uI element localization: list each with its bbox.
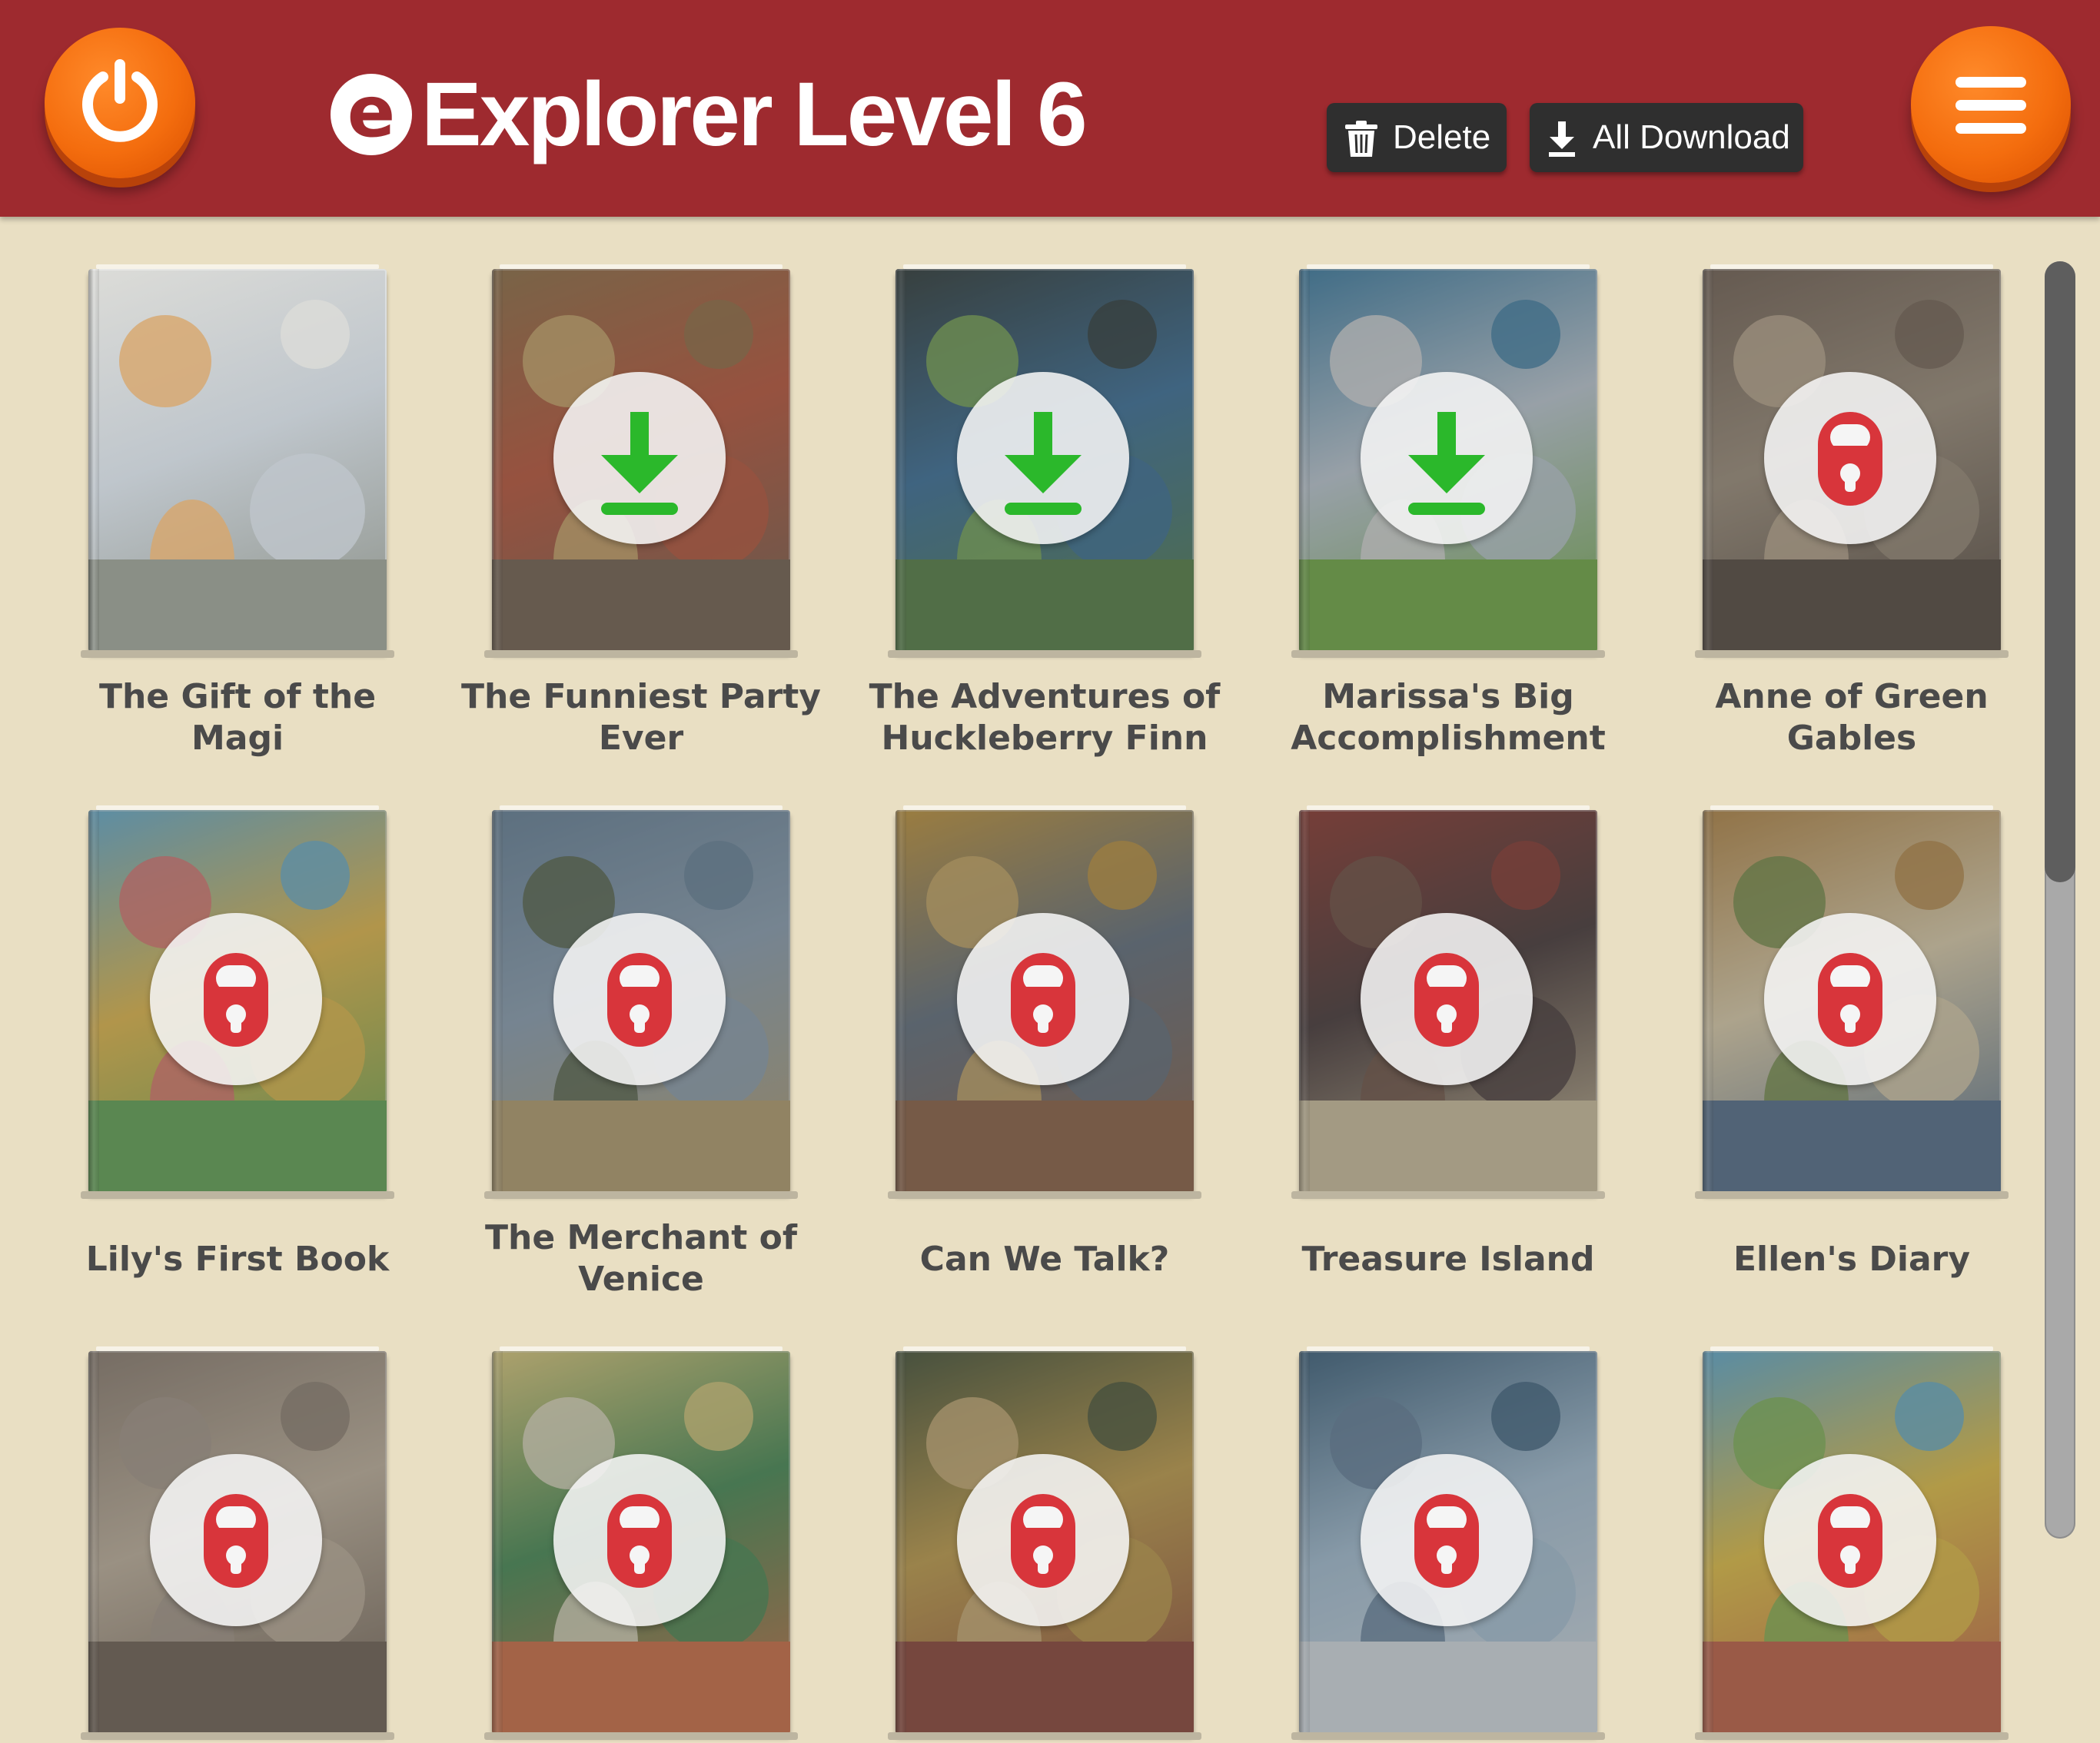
book-title[interactable]: The Adventures of Huckleberry Finn bbox=[857, 676, 1232, 759]
book-cover-image[interactable] bbox=[88, 269, 387, 652]
cover-illustration-shape bbox=[119, 315, 211, 407]
download-icon bbox=[601, 412, 678, 515]
lock-badge[interactable] bbox=[1764, 1454, 1936, 1626]
delete-button[interactable]: Delete bbox=[1327, 103, 1507, 172]
download-badge[interactable] bbox=[1361, 372, 1533, 544]
lock-icon bbox=[1818, 1494, 1882, 1588]
book-title[interactable]: Marissa's Big Accomplishment bbox=[1261, 676, 1636, 759]
shelf-edge bbox=[888, 1732, 1201, 1740]
lock-badge[interactable] bbox=[1361, 1454, 1533, 1626]
lock-badge[interactable] bbox=[957, 913, 1129, 1085]
shelf-edge bbox=[1291, 1191, 1605, 1199]
shelf-edge bbox=[484, 650, 798, 658]
shelf-edge bbox=[1291, 650, 1605, 658]
book-title[interactable]: Lily's First Book bbox=[50, 1239, 425, 1280]
cover-illustration-shape bbox=[250, 453, 365, 569]
book-cover-wrapper bbox=[81, 805, 404, 1202]
power-button[interactable] bbox=[45, 28, 195, 178]
page-title: Explorer Level 6 bbox=[421, 64, 1088, 165]
book-cover-wrapper bbox=[1291, 805, 1614, 1202]
lock-icon bbox=[607, 953, 672, 1047]
lock-badge[interactable] bbox=[1764, 913, 1936, 1085]
lock-badge[interactable] bbox=[1764, 372, 1936, 544]
lock-badge[interactable] bbox=[150, 913, 322, 1085]
delete-button-label: Delete bbox=[1393, 118, 1491, 156]
lock-icon bbox=[1818, 412, 1882, 506]
shelf-edge bbox=[484, 1732, 798, 1740]
shelf-edge bbox=[81, 1191, 394, 1199]
book-cover-wrapper bbox=[484, 1346, 807, 1743]
book-title[interactable]: Ellen's Diary bbox=[1664, 1239, 2039, 1280]
book-title[interactable]: The Funniest Party Ever bbox=[454, 676, 829, 759]
book-cover-wrapper bbox=[1695, 805, 2018, 1202]
book-title[interactable]: The Gift of the Magi bbox=[50, 676, 425, 759]
shelf-edge bbox=[888, 1191, 1201, 1199]
power-icon bbox=[82, 59, 158, 142]
book-title[interactable]: The Merchant of Venice bbox=[454, 1217, 829, 1300]
book-cover-wrapper bbox=[1291, 1346, 1614, 1743]
lock-icon bbox=[607, 1494, 672, 1588]
shelf-edge bbox=[81, 1732, 394, 1740]
book-cover-wrapper bbox=[81, 264, 404, 661]
lock-icon bbox=[1011, 953, 1075, 1047]
book-cover-wrapper bbox=[484, 805, 807, 1202]
lock-icon bbox=[204, 953, 268, 1047]
download-badge[interactable] bbox=[553, 372, 726, 544]
download-icon bbox=[1408, 412, 1485, 515]
trash-icon bbox=[1345, 121, 1377, 157]
download-icon bbox=[1549, 121, 1575, 157]
book-cover-wrapper bbox=[1695, 1346, 2018, 1743]
book-title[interactable]: Can We Talk? bbox=[857, 1239, 1232, 1280]
book-cover-wrapper bbox=[1291, 264, 1614, 661]
lock-icon bbox=[1414, 953, 1479, 1047]
download-all-button[interactable]: All Download bbox=[1530, 103, 1803, 172]
book-cover-wrapper bbox=[888, 805, 1211, 1202]
lock-badge[interactable] bbox=[1361, 913, 1533, 1085]
shelf-edge bbox=[1695, 650, 2009, 658]
lock-badge[interactable] bbox=[553, 913, 726, 1085]
menu-button[interactable] bbox=[1911, 26, 2071, 183]
shelf-edge bbox=[1291, 1732, 1605, 1740]
top-bar: e Explorer Level 6 Delete All Download bbox=[0, 0, 2100, 217]
book-cover-wrapper bbox=[888, 1346, 1211, 1743]
book-cover-wrapper bbox=[888, 264, 1211, 661]
lock-badge[interactable] bbox=[150, 1454, 322, 1626]
download-icon bbox=[1005, 412, 1082, 515]
shelf-edge bbox=[888, 650, 1201, 658]
book-title[interactable]: Anne of Green Gables bbox=[1664, 676, 2039, 759]
cover-illustration-ground bbox=[88, 559, 387, 652]
brand-logo: e bbox=[331, 74, 412, 155]
shelf-edge bbox=[1695, 1732, 2009, 1740]
book-cover-wrapper bbox=[1695, 264, 2018, 661]
shelf-edge bbox=[1695, 1191, 2009, 1199]
shelf-edge bbox=[484, 1191, 798, 1199]
lock-icon bbox=[1011, 1494, 1075, 1588]
book-title[interactable]: Treasure Island bbox=[1261, 1239, 1636, 1280]
lock-badge[interactable] bbox=[553, 1454, 726, 1626]
book-spine bbox=[88, 269, 99, 652]
download-all-button-label: All Download bbox=[1593, 118, 1790, 156]
brand-logo-letter: e bbox=[347, 71, 396, 153]
shelf-edge bbox=[81, 650, 394, 658]
book-cover-wrapper bbox=[484, 264, 807, 661]
lock-icon bbox=[204, 1494, 268, 1588]
lock-icon bbox=[1818, 953, 1882, 1047]
lock-badge[interactable] bbox=[957, 1454, 1129, 1626]
lock-icon bbox=[1414, 1494, 1479, 1588]
book-cover-wrapper bbox=[81, 1346, 404, 1743]
scrollbar-thumb[interactable] bbox=[2045, 261, 2075, 882]
download-badge[interactable] bbox=[957, 372, 1129, 544]
cover-illustration-shape bbox=[281, 300, 350, 369]
book-grid: The Gift of the Magi The Funniest Party … bbox=[0, 217, 2039, 1740]
